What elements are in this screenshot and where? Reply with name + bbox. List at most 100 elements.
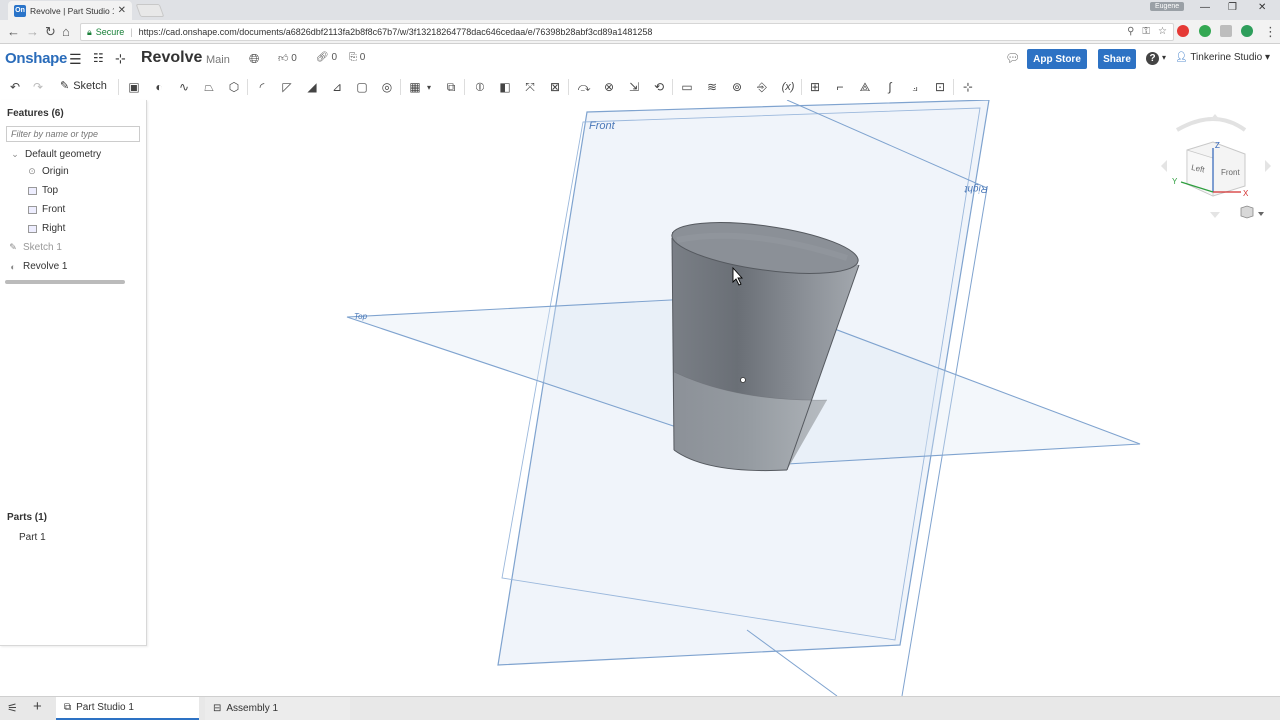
tab-part-studio-1[interactable]: ⧉ Part Studio 1 [56, 697, 199, 720]
copies-count[interactable]: ⎘ 0 [349, 52, 365, 63]
parts-heading: Parts (1) [7, 512, 48, 523]
variable-icon[interactable]: (x) [779, 79, 797, 95]
feature-filter-input[interactable] [6, 126, 140, 142]
sketch-button[interactable]: ✎ Sketch [60, 79, 107, 93]
part-list-item[interactable]: Part 1 [19, 532, 46, 543]
url-bar[interactable]: 🔒︎ Secure | https://cad.onshape.com/docu… [80, 23, 1174, 41]
feature-default-geometry[interactable]: ⌄ Default geometry [10, 149, 101, 160]
sheet-metal-icon[interactable]: ⎆ [754, 79, 770, 95]
maximize-icon[interactable]: ❐ [1228, 2, 1237, 13]
green-extension-icon[interactable] [1199, 25, 1211, 37]
key-icon[interactable]: ⚿ [1142, 26, 1150, 37]
view-cube-front-label[interactable]: Front [1221, 168, 1240, 177]
window-close-icon[interactable]: ✕ [1258, 2, 1266, 13]
boundary-surface-icon[interactable]: ⟁ [857, 79, 873, 95]
grammarly-extension-icon[interactable] [1241, 25, 1253, 37]
pattern-icon[interactable]: ▦ [407, 79, 423, 95]
new-tab-button[interactable] [135, 4, 165, 17]
split-icon[interactable]: ◧ [497, 79, 513, 95]
workspace-branch[interactable]: Main [206, 54, 230, 66]
surface-extrude-icon[interactable]: ⊞ [807, 79, 823, 95]
boolean-icon[interactable]: ⦶ [472, 79, 488, 95]
plane-icon[interactable]: ▭ [679, 79, 695, 95]
bridging-curve-icon[interactable]: ⟓ [907, 79, 923, 95]
undo-icon[interactable]: ↶ [7, 79, 23, 95]
onshape-logo[interactable]: Onshape [5, 50, 67, 67]
move-face-icon[interactable]: ⇲ [626, 79, 642, 95]
browser-tab[interactable]: On Revolve | Part Studio 1 ✕ [8, 1, 132, 20]
app-store-button[interactable]: App Store [1027, 49, 1087, 69]
curve-icon[interactable]: ∫ [882, 79, 898, 95]
tab-assembly-1[interactable]: ⊟ Assembly 1 [205, 697, 350, 720]
graphics-viewport[interactable]: Front Right Top Left Front Z X Y [147, 99, 1280, 697]
public-globe-icon[interactable]: 🌐︎ [249, 51, 259, 67]
model-canvas[interactable]: Front Right Top Left Front Z X Y [147, 99, 1280, 697]
helix-icon[interactable]: ≋ [704, 79, 720, 95]
minimize-icon[interactable]: — [1200, 2, 1210, 13]
composite-curve-icon[interactable]: ⊡ [932, 79, 948, 95]
add-tab-icon[interactable]: + [33, 698, 42, 715]
hole-icon[interactable]: ◎ [379, 79, 395, 95]
fillet-icon[interactable]: ◜ [254, 79, 270, 95]
feature-top-plane[interactable]: Top [27, 185, 58, 196]
extrude-icon[interactable]: ▣ [126, 79, 142, 95]
browser-profile-chip[interactable]: Eugene [1150, 2, 1185, 11]
hamburger-menu-icon[interactable]: ☰ [69, 51, 82, 68]
sweep-icon[interactable]: ∿ [176, 79, 192, 95]
collapse-chevron-icon[interactable]: ⌄ [10, 149, 20, 160]
help-dropdown-chevron-icon[interactable]: ▾ [1162, 53, 1166, 62]
feature-origin[interactable]: ⊙ Origin [27, 166, 68, 177]
feature-sketch-1[interactable]: ✎ Sketch 1 [8, 242, 62, 253]
rotate-arc-icon[interactable] [1175, 117, 1247, 132]
chrome-menu-icon[interactable]: ⋮ [1264, 24, 1277, 40]
revolve-icon[interactable]: ◐ [151, 79, 167, 95]
grey-extension-icon[interactable] [1220, 25, 1232, 37]
delete-part-icon[interactable]: ⊠ [547, 79, 563, 95]
rollback-bar[interactable] [5, 280, 125, 284]
rotate-left-icon[interactable] [1161, 160, 1167, 172]
bookmark-star-icon[interactable]: ☆ [1158, 26, 1167, 37]
zoom-icon[interactable]: ⚲ [1127, 26, 1134, 37]
mate-connector-icon[interactable]: ⊚ [729, 79, 745, 95]
view-options-chevron-icon[interactable] [1258, 212, 1264, 216]
likes-count[interactable]: 👍︎ 0 [278, 52, 297, 64]
view-options-cube-icon[interactable] [1240, 205, 1254, 219]
view-cube[interactable]: Left Front Z X Y [1161, 114, 1271, 219]
reload-icon[interactable]: ↻ [45, 24, 56, 40]
mirror-icon[interactable]: ⧉ [443, 79, 459, 95]
chamfer-icon[interactable]: ◸ [279, 79, 295, 95]
share-button[interactable]: Share [1098, 49, 1136, 69]
user-avatar-icon: 👤︎ [1175, 52, 1188, 63]
shell-icon[interactable]: ▢ [354, 79, 370, 95]
rib-icon[interactable]: ⊿ [329, 79, 345, 95]
delete-face-icon[interactable]: ⊗ [601, 79, 617, 95]
feature-front-plane[interactable]: Front [27, 204, 65, 215]
rotate-right-icon[interactable] [1265, 160, 1271, 172]
insert-icon[interactable]: ⊹ [115, 51, 126, 67]
pattern-dropdown-icon[interactable]: ▾ [424, 79, 434, 95]
links-count[interactable]: 🔗︎ 0 [316, 52, 337, 63]
help-icon[interactable]: ? [1146, 52, 1159, 65]
transform-icon[interactable]: ⤧ [522, 79, 538, 95]
modify-fillet-icon[interactable]: ⤼ [576, 79, 592, 95]
replace-face-icon[interactable]: ⟲ [651, 79, 667, 95]
feature-revolve-1[interactable]: ◐ Revolve 1 [8, 261, 67, 272]
document-title[interactable]: Revolve [141, 49, 202, 67]
loft-icon[interactable]: ⏢ [201, 79, 217, 95]
back-icon[interactable]: ← [7, 24, 20, 40]
tab-manager-icon[interactable]: ⚟ [7, 701, 18, 715]
home-icon[interactable]: ⌂ [62, 24, 70, 40]
comments-icon[interactable]: 💬︎ [1005, 51, 1020, 65]
fillet-surface-icon[interactable]: ⌐ [832, 79, 848, 95]
feature-list-icon[interactable]: ☷ [93, 51, 104, 65]
feature-right-plane[interactable]: Right [27, 223, 65, 234]
user-menu[interactable]: 👤︎ Tinkerine Studio ▾ [1175, 52, 1270, 63]
forward-icon[interactable]: → [26, 24, 39, 40]
thicken-icon[interactable]: ⬡ [226, 79, 242, 95]
draft-icon[interactable]: ◢ [304, 79, 320, 95]
redo-icon[interactable]: ↷ [30, 79, 46, 95]
close-tab-icon[interactable]: ✕ [118, 5, 126, 16]
opera-extension-icon[interactable] [1177, 25, 1189, 37]
rotate-down-icon[interactable] [1210, 212, 1220, 218]
add-custom-feature-icon[interactable]: ⊹ [960, 79, 976, 95]
